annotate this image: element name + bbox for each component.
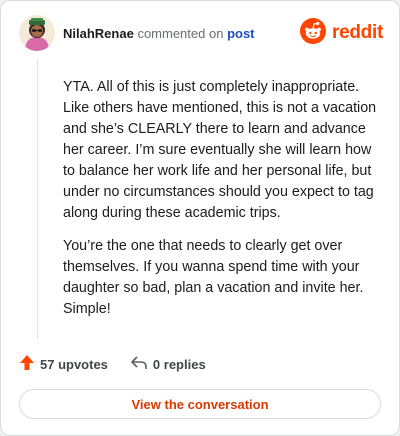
comment-card: NilahRenae commented on post reddit YTA.… — [0, 0, 400, 436]
thread-line — [37, 59, 38, 339]
comment-paragraph: You’re the one that needs to clearly get… — [63, 238, 364, 317]
reddit-brand[interactable]: reddit — [300, 17, 383, 49]
upvotes-count: 57 upvotes — [40, 356, 108, 372]
username-link[interactable]: NilahRenae — [63, 26, 134, 41]
reply-arrow-icon — [130, 355, 148, 374]
upvotes-button[interactable]: 57 upvotes — [19, 354, 108, 374]
avatar[interactable] — [19, 15, 55, 51]
replies-count: 0 replies — [152, 356, 206, 372]
reddit-wordmark: reddit — [332, 22, 383, 43]
reddit-snoo-icon — [300, 17, 327, 49]
comment-actions: 57 upvotes 0 replies — [19, 353, 206, 375]
replies-button[interactable]: 0 replies — [130, 355, 206, 374]
post-link[interactable]: post — [227, 26, 254, 41]
comment-meta: NilahRenae commented on post — [63, 26, 255, 41]
comment-paragraph: YTA. All of this is just completely inap… — [63, 79, 377, 221]
action-text: commented on — [137, 26, 224, 41]
comment-body: YTA. All of this is just completely inap… — [63, 77, 387, 332]
view-conversation-button[interactable]: View the conversation — [19, 389, 381, 419]
upvote-arrow-icon — [19, 354, 35, 374]
comment-header: NilahRenae commented on post reddit — [19, 15, 383, 51]
